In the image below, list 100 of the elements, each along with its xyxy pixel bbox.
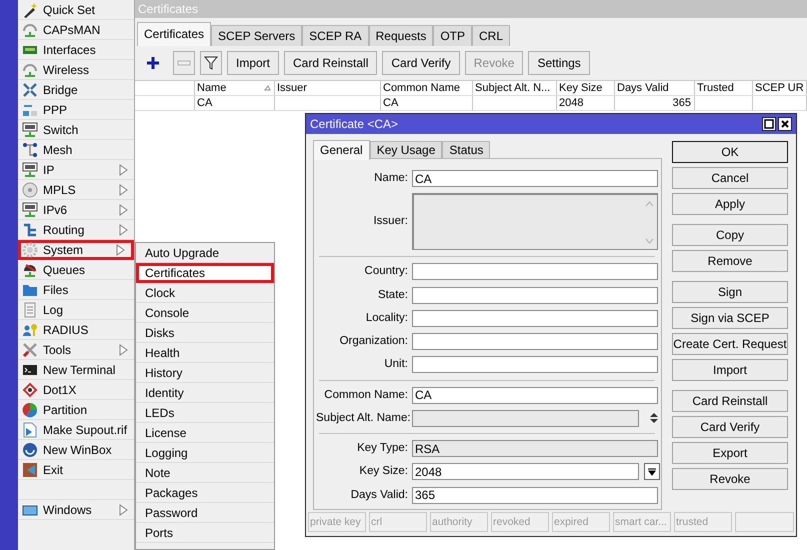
menu-item[interactable]: System [18,240,134,260]
status-cell: revoked [491,512,549,532]
submenu-item[interactable]: Certificates [136,263,274,283]
toolbar-button[interactable]: Card Reinstall [284,51,378,75]
submenu-item[interactable]: Identity [136,383,274,403]
filter-button[interactable] [200,51,222,75]
close-button[interactable] [778,117,792,131]
submenu-item[interactable]: Note [136,463,274,483]
maximize-button[interactable] [762,117,776,131]
table-cell: 2048 [557,96,615,110]
tab[interactable]: SCEP RA [302,25,369,46]
plus-icon [146,56,160,70]
toolbar-button[interactable]: Settings [528,51,590,75]
dialog-button[interactable]: Create Cert. Request [672,333,788,355]
dialog-button[interactable]: Sign [672,281,788,303]
column-header[interactable]: Issuer [275,81,381,95]
toolbar-button[interactable]: Card Verify [382,51,460,75]
menu-item[interactable]: IPv6 [18,200,134,220]
dialog-button[interactable]: Export [672,442,788,464]
text-field[interactable]: CA [412,170,658,188]
pie-chart-icon [22,402,38,418]
submenu-item[interactable]: License [136,423,274,443]
submenu-item[interactable]: Console [136,303,274,323]
menu-item[interactable]: MPLS [18,180,134,200]
menu-item[interactable]: IP [18,160,134,180]
menu-item[interactable]: Wireless [18,60,134,80]
menu-item[interactable]: Routing [18,220,134,240]
dialog-button[interactable]: Card Reinstall [672,390,788,412]
text-field[interactable]: 2048 [412,463,639,480]
dropdown-arrow-icon [648,468,656,476]
menu-item[interactable]: Interfaces [18,40,134,60]
tab[interactable]: Key Usage [370,141,442,158]
menu-item[interactable]: Log [18,300,134,320]
dialog-button[interactable]: Copy [672,224,788,246]
text-field[interactable]: CA [412,386,658,404]
text-field[interactable] [412,286,658,304]
menu-item[interactable]: Files [18,280,134,300]
submenu-item[interactable]: Disks [136,323,274,343]
dialog-button[interactable]: Sign via SCEP [672,307,788,329]
submenu-item[interactable]: Ports [136,523,274,543]
dialog-button[interactable]: OK [672,141,788,163]
dialog-button[interactable]: Apply [672,193,788,215]
submenu-item[interactable]: Password [136,503,274,523]
text-field[interactable]: 365 [412,486,658,504]
dialog-title: Certificate <CA> [310,116,398,133]
tab[interactable]: Status [442,141,490,158]
menu-item[interactable]: Partition [18,400,134,420]
tools-icon [22,342,38,358]
menu-item[interactable]: Tools [18,340,134,360]
menu-item[interactable]: Dot1X [18,380,134,400]
dialog-button[interactable]: Revoke [672,468,788,490]
dialog-button[interactable]: Cancel [672,167,788,189]
gear-icon [22,242,38,258]
menu-item[interactable]: Bridge [18,80,134,100]
tab[interactable]: OTP [433,25,472,46]
menu-item[interactable]: Mesh [18,140,134,160]
column-header[interactable]: Trusted [695,81,753,95]
menu-item[interactable]: Switch [18,120,134,140]
tab[interactable]: Certificates [137,22,212,46]
column-header[interactable]: Subject Alt. N... [473,81,557,95]
dropdown-button[interactable] [644,463,660,480]
text-field[interactable] [412,263,658,280]
menu-item[interactable]: RADIUS [18,320,134,340]
menu-item[interactable]: Windows [18,500,134,520]
submenu-item[interactable]: History [136,363,274,383]
submenu-item[interactable]: Clock [136,283,274,303]
menu-item[interactable]: Exit [18,460,134,480]
menu-item[interactable]: New Terminal [18,360,134,380]
text-field[interactable] [412,333,658,350]
tab[interactable]: General [313,140,370,160]
tab[interactable]: CRL [472,25,510,46]
column-header[interactable]: SCEP UR [753,81,807,95]
text-field[interactable] [412,356,658,374]
menu-item[interactable]: Quick Set [18,0,134,20]
menu-item[interactable]: PPP [18,100,134,120]
submenu-item[interactable]: LEDs [136,403,274,423]
screen-icon [22,202,38,218]
screen-icon [22,162,38,178]
tab[interactable]: SCEP Servers [211,25,302,46]
submenu-item[interactable]: Logging [136,443,274,463]
menu-item[interactable]: New WinBox [18,440,134,460]
column-header[interactable]: Common Name [381,81,473,95]
dialog-button[interactable]: Import [672,359,788,381]
submenu-item[interactable]: Health [136,343,274,363]
toolbar-button[interactable]: Import [227,51,280,75]
menu-item[interactable]: CAPsMAN [18,20,134,40]
submenu-item[interactable]: Packages [136,483,274,503]
tab[interactable]: Requests [368,25,434,46]
dialog-button[interactable]: Card Verify [672,416,788,438]
dialog-button[interactable]: Remove [672,250,788,272]
column-header[interactable]: Key Size [557,81,615,95]
file-icon [22,422,38,438]
column-header[interactable]: Name [195,81,275,95]
text-field[interactable] [412,310,658,327]
column-header[interactable]: Days Valid [615,81,695,95]
status-cell: private key [308,512,366,532]
field-label: Issuer: [372,214,408,230]
up-down-arrows-icon[interactable] [649,412,659,424]
menu-item[interactable]: Make Supout.rif [18,420,134,440]
menu-item[interactable]: Queues [18,260,134,280]
